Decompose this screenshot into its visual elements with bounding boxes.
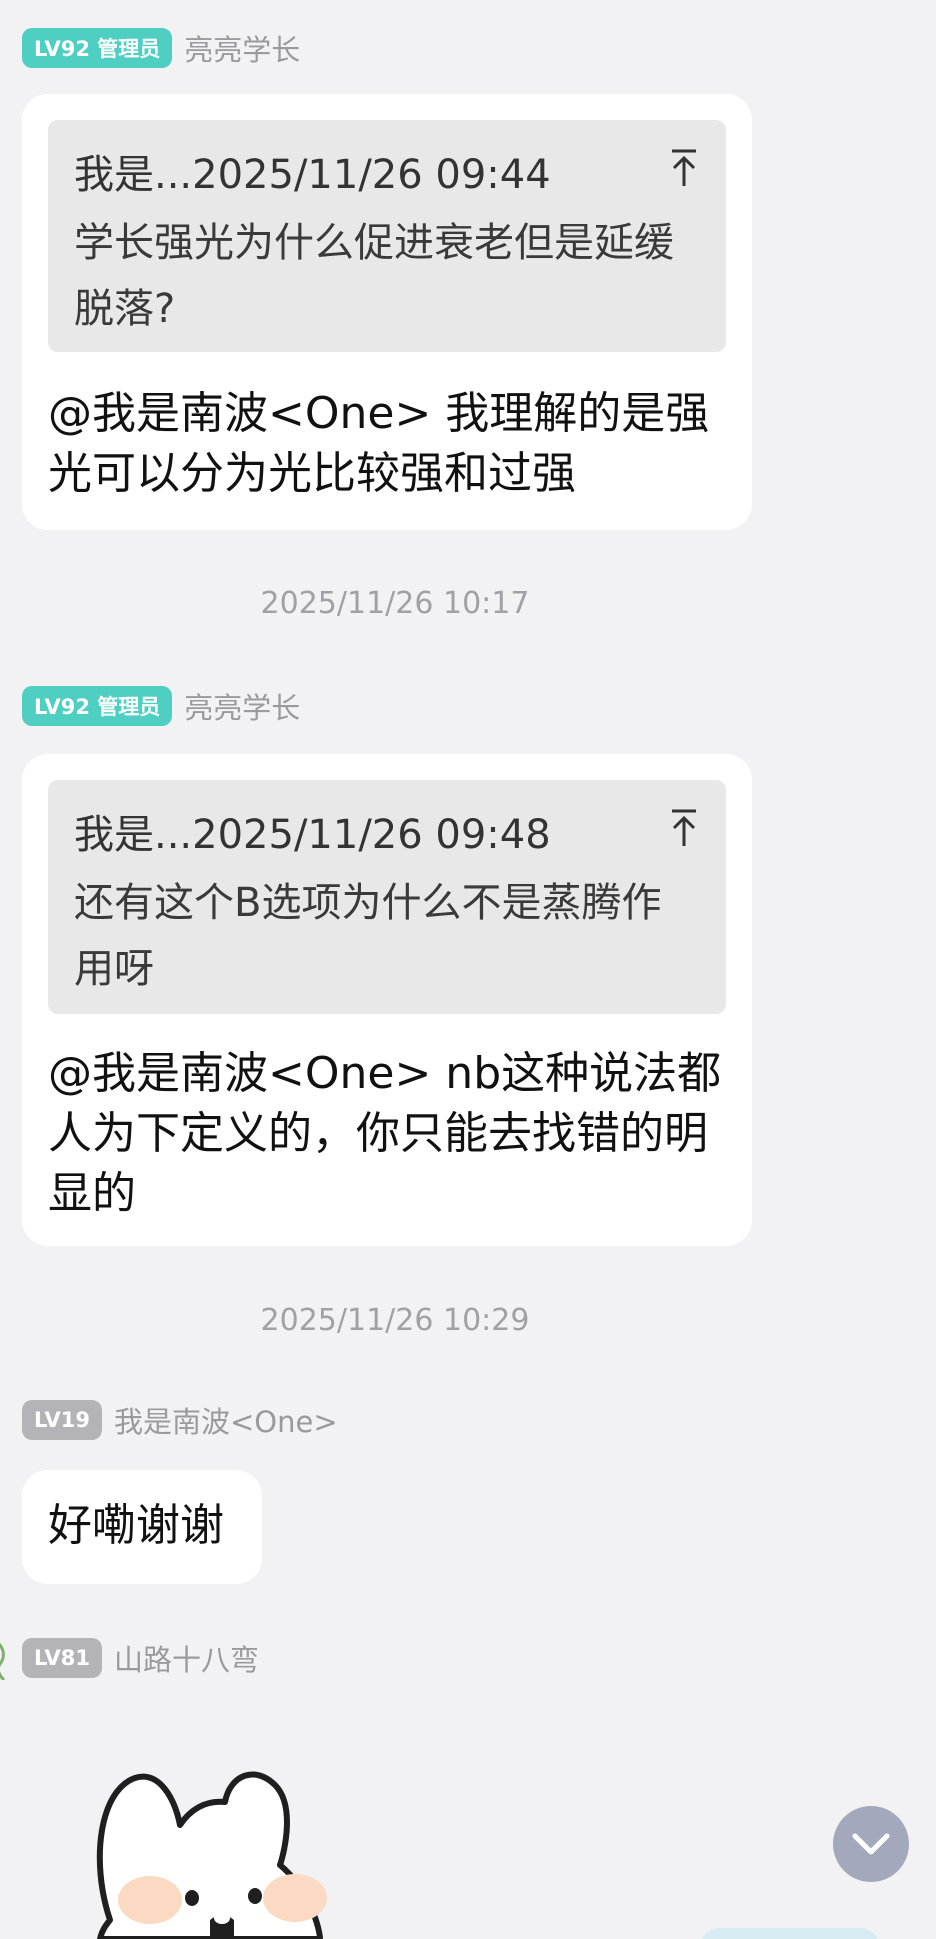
sender-name[interactable]: 亮亮学长 xyxy=(184,27,300,69)
message-text: @我是南波<One> nb这种说法都人为下定义的，你只能去找错的明显的 xyxy=(48,1048,722,1219)
arrow-up-to-top-icon[interactable] xyxy=(666,148,702,188)
quoted-message[interactable]: 我是...2025/11/26 09:44 学长强光为什么促进衰老但是延缓脱落? xyxy=(48,120,726,352)
sender-name[interactable]: 亮亮学长 xyxy=(184,685,300,727)
message-header: LV92 管理员 亮亮学长 xyxy=(22,26,300,70)
sender-name[interactable]: 我是南波<One> xyxy=(114,1399,338,1441)
level-admin-badge: LV92 管理员 xyxy=(22,28,173,68)
timestamp: 2025/11/26 10:29 xyxy=(260,1303,530,1338)
message-bubble[interactable]: 好嘞谢谢 xyxy=(22,1470,262,1584)
chat-view[interactable]: LV92 管理员 亮亮学长 我是...2025/11/26 09:44 学长强光… xyxy=(0,0,936,1939)
bunny-sticker[interactable] xyxy=(80,1770,360,1939)
message-text: @我是南波<One> 我理解的是强光可以分为光比较强和过强 xyxy=(48,388,710,499)
message-text: 好嘞谢谢 xyxy=(48,1500,224,1551)
message-header: LV81 山路十八弯 xyxy=(22,1636,259,1680)
level-admin-badge: LV92 管理员 xyxy=(22,686,173,726)
message-bubble[interactable]: 我是...2025/11/26 09:44 学长强光为什么促进衰老但是延缓脱落?… xyxy=(22,94,752,530)
quote-header: 我是...2025/11/26 09:44 xyxy=(74,152,551,198)
scroll-down-button[interactable] xyxy=(833,1806,909,1882)
arrow-up-to-top-icon[interactable] xyxy=(666,808,702,848)
message-header: LV19 我是南波<One> xyxy=(22,1398,338,1442)
level-badge: LV19 xyxy=(22,1400,102,1440)
level-badge: LV81 xyxy=(22,1638,102,1678)
message-header: LV92 管理员 亮亮学长 xyxy=(22,684,300,728)
avatar[interactable] xyxy=(0,1636,8,1680)
input-bar-edge[interactable] xyxy=(700,1928,880,1939)
quote-text: 学长强光为什么促进衰老但是延缓脱落? xyxy=(74,220,674,332)
quote-header: 我是...2025/11/26 09:48 xyxy=(74,812,551,858)
chevron-down-icon xyxy=(852,1833,890,1855)
message-bubble[interactable]: 我是...2025/11/26 09:48 还有这个B选项为什么不是蒸腾作用呀 … xyxy=(22,754,752,1246)
quote-text: 还有这个B选项为什么不是蒸腾作用呀 xyxy=(74,880,662,992)
sender-name[interactable]: 山路十八弯 xyxy=(114,1637,259,1679)
quoted-message[interactable]: 我是...2025/11/26 09:48 还有这个B选项为什么不是蒸腾作用呀 xyxy=(48,780,726,1014)
timestamp: 2025/11/26 10:17 xyxy=(260,586,530,621)
